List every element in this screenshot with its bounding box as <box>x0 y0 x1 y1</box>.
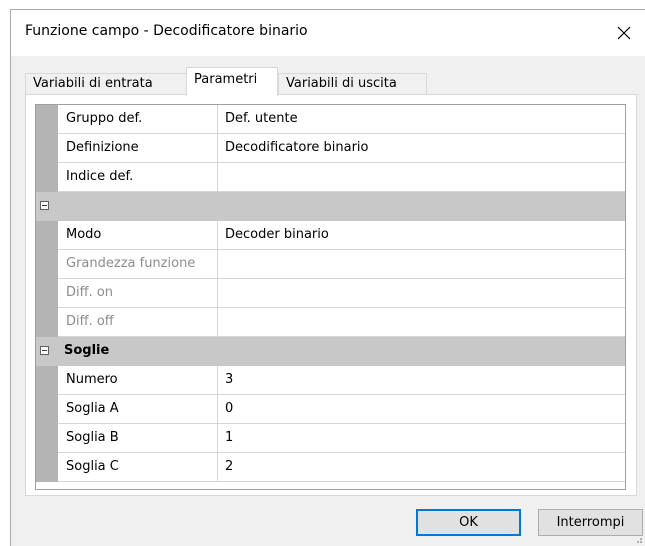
row-gutter <box>36 221 58 250</box>
row-gutter <box>36 105 58 134</box>
property-row[interactable]: Numero 3 <box>36 366 625 395</box>
property-value <box>218 308 625 337</box>
property-value[interactable]: Decoder binario <box>218 221 625 250</box>
row-gutter <box>36 366 58 395</box>
tab-parametri[interactable]: Parametri <box>186 67 278 96</box>
category-label: Soglie <box>64 343 110 358</box>
property-name: Definizione <box>58 134 218 163</box>
close-icon <box>617 26 631 40</box>
row-gutter <box>36 308 58 337</box>
property-row[interactable]: Soglia B 1 <box>36 424 625 453</box>
property-row[interactable]: Modo Decoder binario <box>36 221 625 250</box>
property-name: Grandezza funzione <box>58 250 218 279</box>
property-name: Modo <box>58 221 218 250</box>
tab-label: Variabili di entrata <box>33 76 153 91</box>
dialog-window: Funzione campo - Decodificatore binario … <box>10 9 645 546</box>
property-name: Numero <box>58 366 218 395</box>
window-title: Funzione campo - Decodificatore binario <box>25 23 308 39</box>
row-gutter <box>36 134 58 163</box>
property-grid: Gruppo def. Def. utente Definizione Deco… <box>35 104 626 490</box>
property-row: Grandezza funzione <box>36 250 625 279</box>
row-gutter <box>36 424 58 453</box>
tab-variabili-di-entrata[interactable]: Variabili di entrata <box>25 73 188 95</box>
property-name: Indice def. <box>58 163 218 192</box>
property-row: Diff. on <box>36 279 625 308</box>
property-row[interactable]: Gruppo def. Def. utente <box>36 105 625 134</box>
property-row[interactable]: Definizione Decodificatore binario <box>36 134 625 163</box>
cancel-button[interactable]: Interrompi <box>538 509 643 536</box>
row-gutter <box>36 279 58 308</box>
property-value[interactable]: 0 <box>218 395 625 424</box>
property-value[interactable]: 2 <box>218 453 625 482</box>
property-name: Soglia A <box>58 395 218 424</box>
close-button[interactable] <box>603 10 645 56</box>
tab-panel-parametri: Gruppo def. Def. utente Definizione Deco… <box>25 94 637 496</box>
category-row[interactable]: Soglie <box>36 337 625 366</box>
property-name: Gruppo def. <box>58 105 218 134</box>
tab-label: Variabili di uscita <box>286 76 397 91</box>
property-value[interactable]: Decodificatore binario <box>218 134 625 163</box>
title-bar: Funzione campo - Decodificatore binario <box>11 10 645 56</box>
ok-button[interactable]: OK <box>416 509 521 536</box>
category-row[interactable] <box>36 192 625 221</box>
resize-grip-icon[interactable] <box>633 534 643 544</box>
row-gutter <box>36 395 58 424</box>
tab-label: Parametri <box>194 72 258 87</box>
collapse-icon[interactable] <box>40 346 49 355</box>
property-row[interactable]: Indice def. <box>36 163 625 192</box>
property-value[interactable]: 3 <box>218 366 625 395</box>
row-gutter <box>36 163 58 192</box>
property-value <box>218 250 625 279</box>
property-value[interactable]: 1 <box>218 424 625 453</box>
property-row: Diff. off <box>36 308 625 337</box>
property-name: Diff. off <box>58 308 218 337</box>
property-row[interactable]: Soglia C 2 <box>36 453 625 482</box>
property-name: Soglia C <box>58 453 218 482</box>
property-name: Soglia B <box>58 424 218 453</box>
property-row[interactable]: Soglia A 0 <box>36 395 625 424</box>
row-gutter <box>36 250 58 279</box>
collapse-icon[interactable] <box>40 201 49 210</box>
row-gutter <box>36 453 58 482</box>
property-value <box>218 279 625 308</box>
tab-variabili-di-uscita[interactable]: Variabili di uscita <box>278 73 427 95</box>
property-value[interactable] <box>218 163 625 192</box>
property-name: Diff. on <box>58 279 218 308</box>
property-value[interactable]: Def. utente <box>218 105 625 134</box>
